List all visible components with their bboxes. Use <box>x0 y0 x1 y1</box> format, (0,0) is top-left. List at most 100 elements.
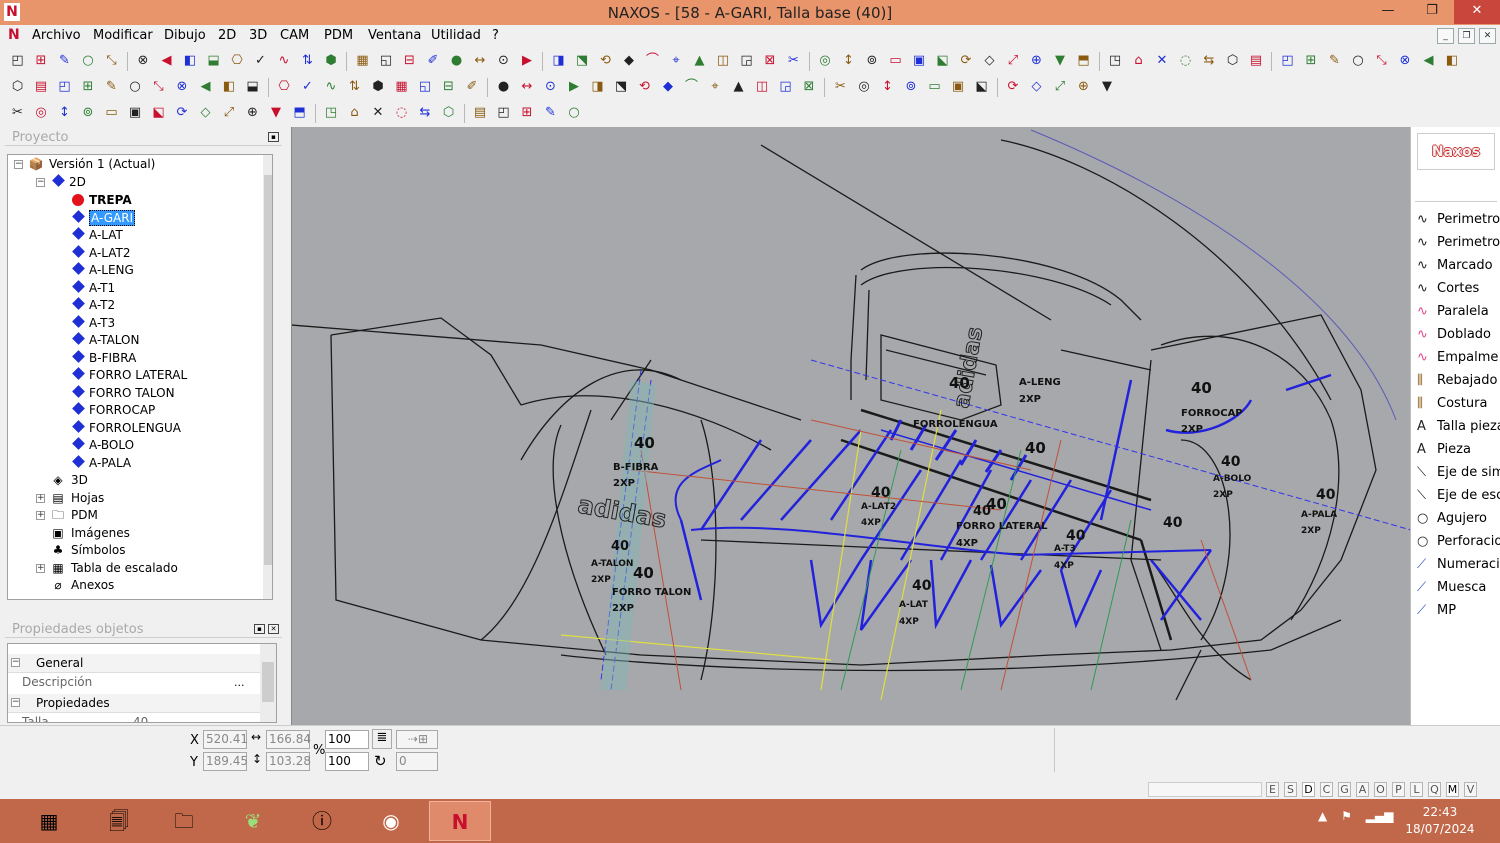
toolbar-tool-icon[interactable]: ◳ <box>1106 52 1125 70</box>
toolbar-tool-icon[interactable]: ◱ <box>416 78 435 96</box>
tree-node-3d[interactable]: ◈ 3D <box>50 472 88 489</box>
toolbar-tool-icon[interactable]: ⊞ <box>32 52 51 70</box>
toolbar-tool-icon[interactable]: ⊟ <box>400 52 419 70</box>
toolbar-tool-icon[interactable]: ⌒ <box>643 52 662 70</box>
collapse-icon[interactable]: − <box>36 178 45 187</box>
toolbar-tool-icon[interactable]: ✎ <box>55 52 74 70</box>
tree-piece-item[interactable]: A-T2 <box>70 297 115 314</box>
toolbar-tool-icon[interactable]: ∿ <box>322 78 341 96</box>
leaf-app-icon[interactable]: ❦ <box>222 801 284 841</box>
toolbar-tool-icon[interactable]: ▼ <box>267 104 286 122</box>
mdi-close-button[interactable]: ✕ <box>1479 28 1496 44</box>
tree-piece-item[interactable]: FORRO TALON <box>70 384 175 402</box>
chrome-icon[interactable]: ◉ <box>360 801 422 841</box>
menu-2d[interactable]: 2D <box>218 28 236 43</box>
toolbar-tool-icon[interactable]: ◰ <box>1278 52 1297 70</box>
mdi-restore-button[interactable]: ❐ <box>1458 28 1475 44</box>
toolbar-tool-icon[interactable]: ⬢ <box>322 52 341 70</box>
toolbar-tool-icon[interactable]: ▤ <box>1247 52 1266 70</box>
toolbar-tool-icon[interactable]: ◌ <box>392 104 411 122</box>
toolbar-tool-icon[interactable]: ▤ <box>32 78 51 96</box>
toolbar-tool-icon[interactable]: ▭ <box>102 104 121 122</box>
mode-flag-o[interactable]: O <box>1374 782 1387 797</box>
toolbar-tool-icon[interactable]: ⇆ <box>1200 52 1219 70</box>
toolbar-tool-icon[interactable]: ◌ <box>1176 52 1195 70</box>
collapse-icon[interactable]: − <box>11 698 20 707</box>
toolbar-tool-icon[interactable]: ⊟ <box>439 78 458 96</box>
tool-talla-pieza[interactable]: A Talla pieza <box>1417 416 1500 438</box>
tree-node-imagenes[interactable]: ▣ Imágenes <box>50 525 130 542</box>
mode-flag-q[interactable]: Q <box>1428 782 1441 797</box>
toolbar-tool-icon[interactable]: ◧ <box>181 52 200 70</box>
ellipsis-button[interactable]: ... <box>234 673 254 692</box>
menu-utilidad[interactable]: Utilidad <box>431 28 481 43</box>
tool-rebajado[interactable]: ⫼ Rebajado <box>1417 370 1500 392</box>
toolbar-tool-icon[interactable]: ✂ <box>784 52 803 70</box>
toolbar-tool-icon[interactable]: ◱ <box>377 52 396 70</box>
signal-icon[interactable]: ▂▄▆ <box>1366 809 1394 823</box>
mode-flag-l[interactable]: L <box>1410 782 1423 797</box>
toolbar-tool-icon[interactable]: ✐ <box>424 52 443 70</box>
toolbar-tool-icon[interactable]: ⊚ <box>79 104 98 122</box>
toolbar-tool-icon[interactable]: ◇ <box>980 52 999 70</box>
toolbar-tool-icon[interactable]: ▼ <box>1098 78 1117 96</box>
toolbar-tool-icon[interactable]: ✂ <box>831 78 850 96</box>
pin-icon[interactable]: ▪ <box>254 624 265 634</box>
naxos-icon[interactable]: N <box>429 801 491 841</box>
toolbar-tool-icon[interactable]: ⟲ <box>596 52 615 70</box>
close-panel-icon[interactable]: ✕ <box>268 624 279 634</box>
tree-piece-item[interactable]: FORRO LATERAL <box>70 367 187 384</box>
expand-icon[interactable]: + <box>36 511 45 520</box>
toolbar-tool-icon[interactable]: ⬓ <box>204 52 223 70</box>
tree-node-simbolos[interactable]: ♣ Símbolos <box>50 542 126 559</box>
tree-node-2d[interactable]: 2D <box>50 174 86 191</box>
toolbar-tool-icon[interactable]: ◎ <box>816 52 835 70</box>
tree-piece-item[interactable]: A-BOLO <box>70 437 134 454</box>
toolbar-tool-icon[interactable]: ⊙ <box>541 78 560 96</box>
toolbar-tool-icon[interactable]: ◇ <box>196 104 215 122</box>
toolbar-tool-icon[interactable]: ⤢ <box>220 104 239 122</box>
toolbar-tool-icon[interactable]: ● <box>447 52 466 70</box>
toolbar-tool-icon[interactable]: ⇆ <box>416 104 435 122</box>
tool-paralela[interactable]: ∿ Paralela <box>1417 301 1500 323</box>
tree-piece-item[interactable]: A-GARI <box>70 209 136 227</box>
tool-perforacion[interactable]: ○ Perforacion <box>1417 531 1500 553</box>
toolbar-tool-icon[interactable]: ◆ <box>659 78 678 96</box>
toolbar-tool-icon[interactable]: ⬕ <box>972 78 991 96</box>
clock[interactable]: 22:43 18/07/2024 <box>1400 804 1480 838</box>
expand-icon[interactable]: + <box>36 564 45 573</box>
collapse-icon[interactable]: − <box>14 160 23 169</box>
toolbar-tool-icon[interactable]: ⟳ <box>957 52 976 70</box>
toolbar-tool-icon[interactable]: ✐ <box>463 78 482 96</box>
toolbar-tool-icon[interactable]: ⊕ <box>243 104 262 122</box>
toolbar-tool-icon[interactable]: ▶ <box>518 52 537 70</box>
toolbar-tool-icon[interactable]: ↔ <box>518 78 537 96</box>
drawing-canvas[interactable]: adidas adidas 40 B-FIBRA 2XP 40 A-TALON 2XP 40… <box>291 127 1410 725</box>
toolbar-tool-icon[interactable]: ⎔ <box>275 78 294 96</box>
toolbar-tool-icon[interactable]: ◰ <box>8 52 27 70</box>
tree-piece-item[interactable]: A-LAT <box>70 227 123 244</box>
toolbar-tool-icon[interactable]: ⟳ <box>173 104 192 122</box>
toolbar-tool-icon[interactable]: ⊞ <box>518 104 537 122</box>
tree-piece-item[interactable]: A-LAT2 <box>70 244 130 262</box>
prop-row-talla[interactable]: Talla 40 <box>8 713 260 722</box>
toolbar-tool-icon[interactable]: ⤢ <box>1051 78 1070 96</box>
toolbar-tool-icon[interactable]: ⤡ <box>1372 52 1391 70</box>
toolbar-tool-icon[interactable]: ◨ <box>588 78 607 96</box>
toolbar-tool-icon[interactable]: ◧ <box>1443 52 1462 70</box>
toolbar-tool-icon[interactable]: ⌂ <box>1129 52 1148 70</box>
toolbar-tool-icon[interactable]: ⊗ <box>173 78 192 96</box>
toolbar-tool-icon[interactable]: ↔ <box>471 52 490 70</box>
tree-node-tabla-escalado[interactable]: ▦ Tabla de escalado <box>50 560 178 577</box>
toolbar-tool-icon[interactable]: ▲ <box>690 52 709 70</box>
toolbar-tool-icon[interactable]: ▶ <box>565 78 584 96</box>
menu-modificar[interactable]: Modificar <box>93 28 153 43</box>
toolbar-tool-icon[interactable]: ✂ <box>8 104 27 122</box>
scale-y-field[interactable]: 100 <box>325 752 369 771</box>
tool-costura[interactable]: ⫼ Costura <box>1417 393 1500 415</box>
scroll-thumb[interactable] <box>264 175 272 565</box>
toolbar-tool-icon[interactable]: ▣ <box>910 52 929 70</box>
tree-piece-item[interactable]: A-T1 <box>70 279 115 297</box>
toolbar-tool-icon[interactable]: ⎔ <box>228 52 247 70</box>
mode-flag-c[interactable]: C <box>1320 782 1333 797</box>
